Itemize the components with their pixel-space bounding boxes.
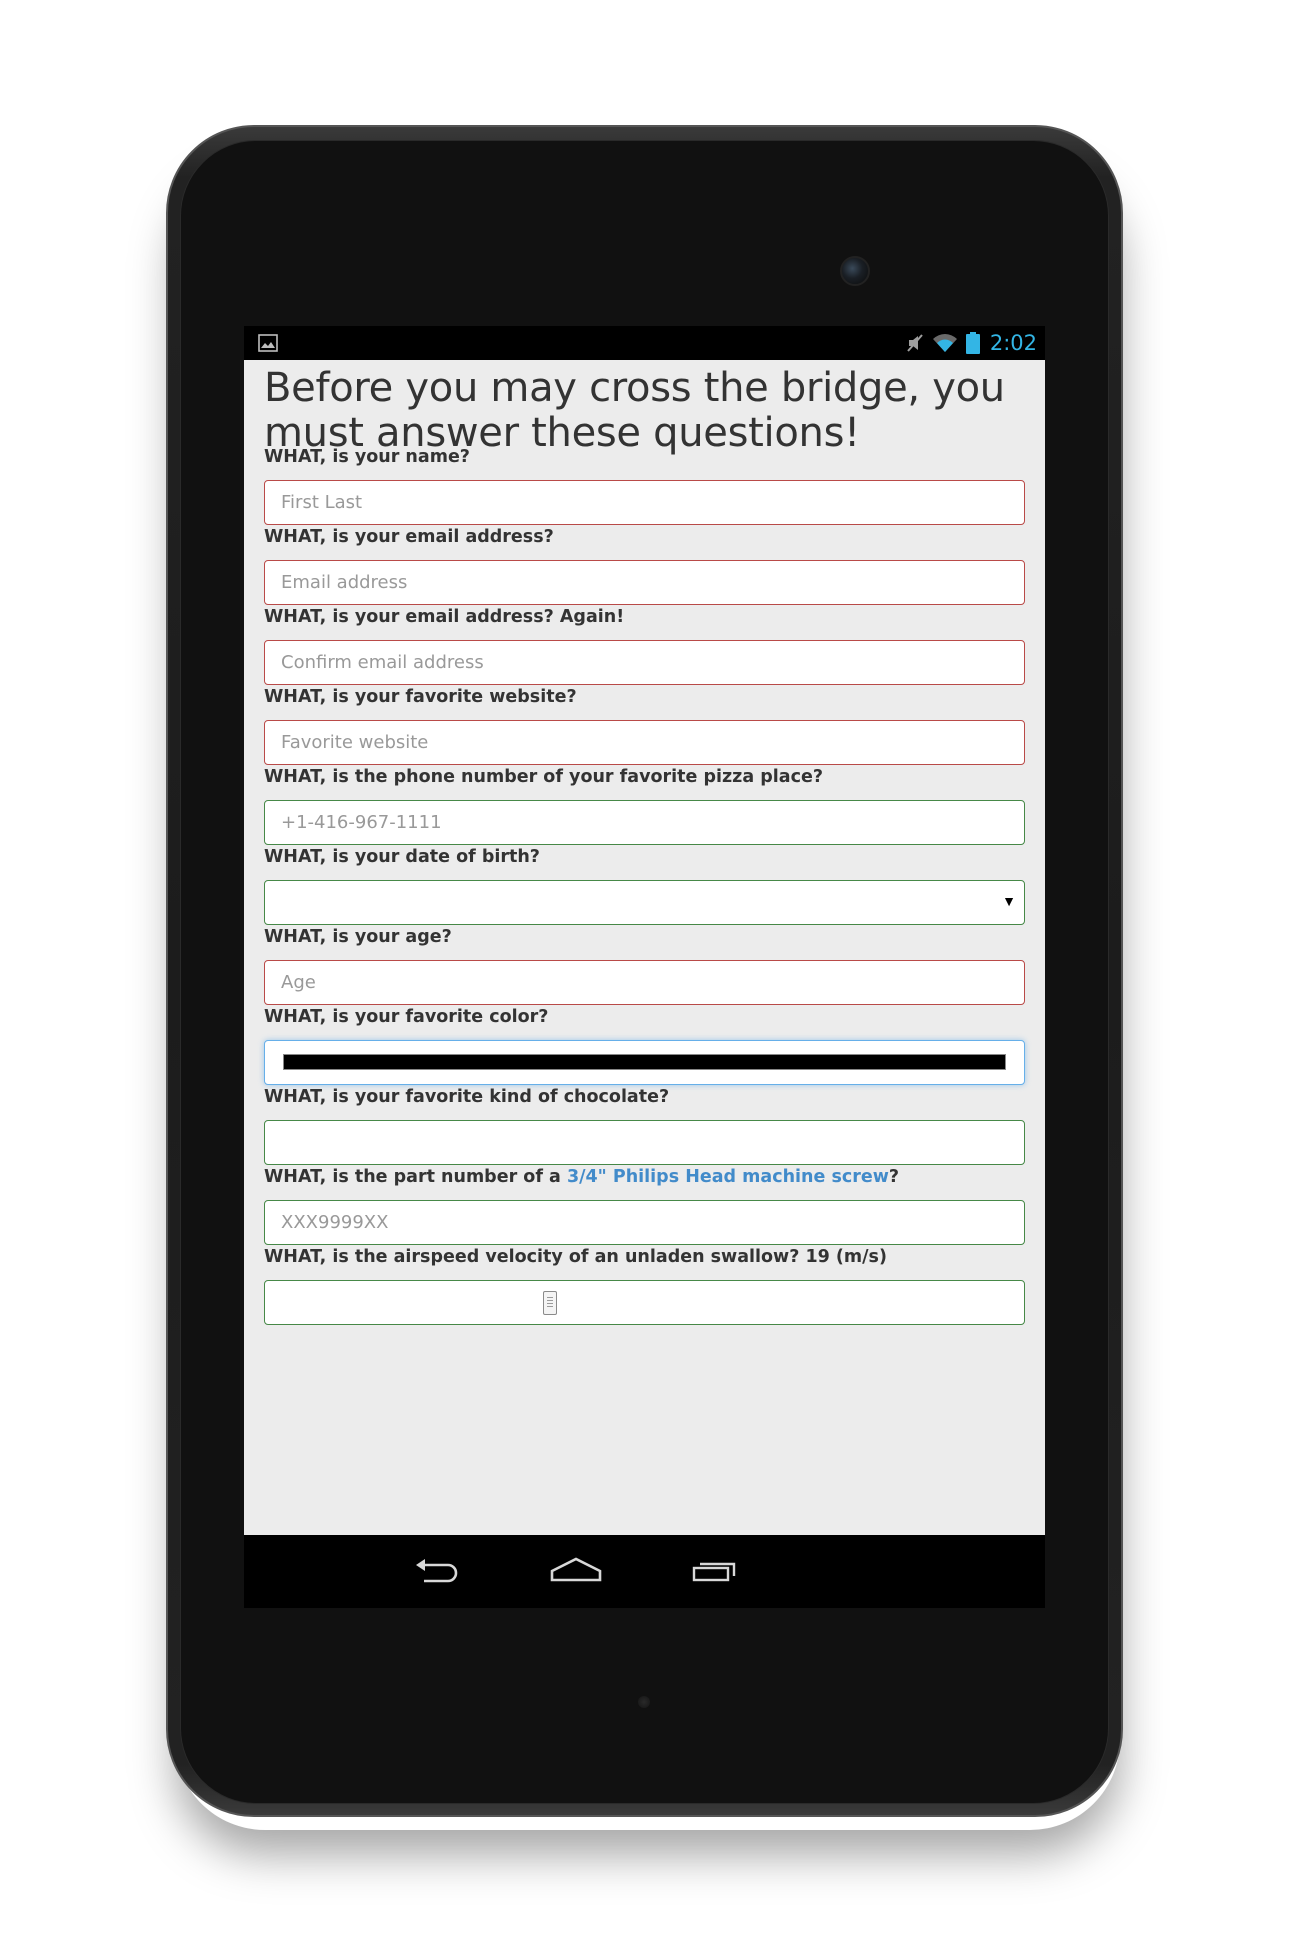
part-number-placeholder: XXX9999XX <box>281 1212 389 1233</box>
part-number-input[interactable]: XXX9999XX <box>264 1200 1025 1245</box>
name-label: WHAT, is your name? <box>264 447 470 467</box>
status-bar: 2:02 <box>244 326 1045 360</box>
chevron-down-icon: ▼ <box>1002 893 1016 909</box>
age-field-group: WHAT, is your age? Age <box>264 926 1025 1005</box>
image-notification-icon <box>258 334 278 352</box>
website-field-group: WHAT, is your favorite website? Favorite… <box>264 686 1025 765</box>
color-picker-input[interactable] <box>264 1040 1025 1085</box>
age-input[interactable]: Age <box>264 960 1025 1005</box>
color-field-group: WHAT, is your favorite color? <box>264 1006 1025 1085</box>
status-time: 2:02 <box>989 331 1037 355</box>
airspeed-field-group: WHAT, is the airspeed velocity of an unl… <box>264 1246 1025 1325</box>
mute-icon <box>907 334 923 352</box>
color-swatch <box>283 1054 1006 1070</box>
web-content: Before you may cross the bridge, you mus… <box>244 360 1045 1535</box>
back-icon[interactable] <box>408 1553 468 1589</box>
part-number-label-suffix: ? <box>888 1167 900 1187</box>
age-label: WHAT, is your age? <box>264 927 452 947</box>
email-placeholder: Email address <box>281 572 408 593</box>
name-field-group: WHAT, is your name? First Last <box>264 446 1025 525</box>
home-icon[interactable] <box>546 1553 606 1589</box>
front-camera <box>840 256 870 286</box>
email-input[interactable]: Email address <box>264 560 1025 605</box>
page-title: Before you may cross the bridge, you mus… <box>264 365 1005 456</box>
navigation-bar <box>244 1535 1045 1608</box>
part-number-label: WHAT, is the part number of a 3/4" Phili… <box>264 1166 1025 1188</box>
light-sensor <box>638 1696 650 1708</box>
phone-input[interactable]: +1-416-967-1111 <box>264 800 1025 845</box>
name-input[interactable]: First Last <box>264 480 1025 525</box>
stage: 2:02 Before you may cross the bridge, yo… <box>0 0 1289 1934</box>
dob-select[interactable]: ▼ <box>264 880 1025 925</box>
email-confirm-label: WHAT, is your email address? Again! <box>264 607 625 627</box>
email-field-group: WHAT, is your email address? Email addre… <box>264 526 1025 605</box>
email-confirm-placeholder: Confirm email address <box>281 652 484 673</box>
color-label: WHAT, is your favorite color? <box>264 1007 549 1027</box>
range-slider-thumb[interactable] <box>543 1291 557 1315</box>
age-placeholder: Age <box>281 972 316 993</box>
name-placeholder: First Last <box>281 492 363 513</box>
recent-apps-icon[interactable] <box>684 1553 744 1589</box>
website-label: WHAT, is your favorite website? <box>264 687 577 707</box>
chocolate-input[interactable] <box>264 1120 1025 1165</box>
part-number-field-group: WHAT, is the part number of a 3/4" Phili… <box>264 1166 1025 1245</box>
airspeed-range-input[interactable] <box>264 1280 1025 1325</box>
website-placeholder: Favorite website <box>281 732 429 753</box>
screw-link[interactable]: 3/4" Philips Head machine screw <box>567 1167 889 1187</box>
chocolate-field-group: WHAT, is your favorite kind of chocolate… <box>264 1086 1025 1165</box>
screen: 2:02 Before you may cross the bridge, yo… <box>244 326 1045 1608</box>
website-input[interactable]: Favorite website <box>264 720 1025 765</box>
phone-field-group: WHAT, is the phone number of your favori… <box>264 766 1025 845</box>
part-number-label-prefix: WHAT, is the part number of a <box>264 1167 567 1187</box>
wifi-icon <box>932 334 957 352</box>
email-label: WHAT, is your email address? <box>264 527 554 547</box>
chocolate-label: WHAT, is your favorite kind of chocolate… <box>264 1087 670 1107</box>
battery-icon <box>965 332 980 354</box>
email-confirm-field-group: WHAT, is your email address? Again! Conf… <box>264 606 1025 685</box>
airspeed-label: WHAT, is the airspeed velocity of an unl… <box>264 1247 887 1267</box>
email-confirm-input[interactable]: Confirm email address <box>264 640 1025 685</box>
phone-placeholder: +1-416-967-1111 <box>281 812 442 833</box>
status-icons: 2:02 <box>906 330 1037 356</box>
dob-label: WHAT, is your date of birth? <box>264 847 540 867</box>
phone-label: WHAT, is the phone number of your favori… <box>264 767 823 787</box>
dob-field-group: WHAT, is your date of birth? ▼ <box>264 846 1025 925</box>
